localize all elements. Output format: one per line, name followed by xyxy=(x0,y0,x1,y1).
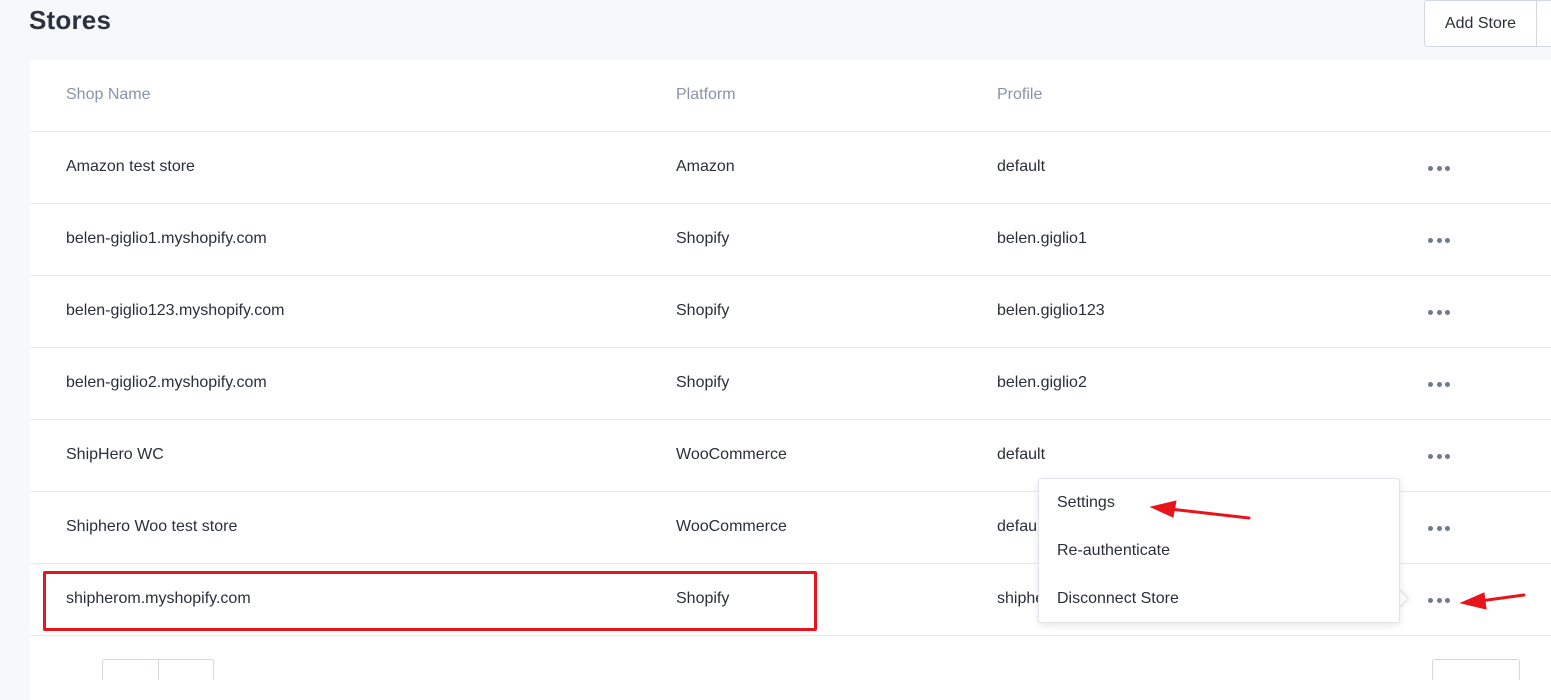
pagination-divider xyxy=(158,660,159,680)
table-row: belen-giglio1.myshopify.com Shopify bele… xyxy=(30,204,1551,276)
profile-cell: default xyxy=(997,518,1039,535)
platform-cell: WooCommerce xyxy=(676,446,787,463)
profile-cell: default xyxy=(997,446,1046,463)
menu-item-re-authenticate[interactable]: Re-authenticate xyxy=(1057,542,1170,560)
pagination-controls[interactable] xyxy=(102,659,214,680)
add-store-button[interactable]: Add Store xyxy=(1425,1,1537,46)
more-actions-icon[interactable] xyxy=(1428,446,1450,466)
platform-cell: WooCommerce xyxy=(676,518,787,535)
highlight-annotation-box xyxy=(43,571,817,631)
platform-cell: Shopify xyxy=(676,302,730,319)
add-store-button-group: Add Store xyxy=(1424,0,1551,47)
platform-cell: Shopify xyxy=(676,230,730,247)
profile-cell: default xyxy=(997,158,1046,175)
more-actions-icon[interactable] xyxy=(1428,158,1450,178)
menu-item-disconnect-store[interactable]: Disconnect Store xyxy=(1057,590,1179,608)
shop-name-cell: Amazon test store xyxy=(66,158,195,175)
row-actions-menu: Settings Re-authenticate Disconnect Stor… xyxy=(1038,478,1400,623)
more-actions-icon[interactable] xyxy=(1428,230,1450,250)
profile-cell: shipherom xyxy=(997,590,1043,607)
shop-name-cell: ShipHero WC xyxy=(66,446,164,463)
more-actions-icon[interactable] xyxy=(1428,590,1450,610)
profile-cell: belen.giglio123 xyxy=(997,302,1105,319)
shop-name-cell: belen-giglio2.myshopify.com xyxy=(66,374,267,391)
profile-cell: belen.giglio2 xyxy=(997,374,1087,391)
platform-cell: Shopify xyxy=(676,374,730,391)
more-actions-icon[interactable] xyxy=(1428,374,1450,394)
table-row: belen-giglio123.myshopify.com Shopify be… xyxy=(30,276,1551,348)
platform-cell: Amazon xyxy=(676,158,735,175)
profile-cell: belen.giglio1 xyxy=(997,230,1087,247)
menu-item-settings[interactable]: Settings xyxy=(1057,494,1115,512)
page-size-select[interactable] xyxy=(1432,659,1520,680)
more-actions-icon[interactable] xyxy=(1428,518,1450,538)
page-title: Stores xyxy=(29,5,112,35)
shop-name-cell: Shiphero Woo test store xyxy=(66,518,238,535)
column-header-platform[interactable]: Platform xyxy=(676,86,736,104)
column-header-shop-name[interactable]: Shop Name xyxy=(66,86,151,104)
table-header: Shop Name Platform Profile xyxy=(30,60,1551,132)
shop-name-cell: belen-giglio1.myshopify.com xyxy=(66,230,267,247)
shop-name-cell: belen-giglio123.myshopify.com xyxy=(66,302,285,319)
column-header-profile[interactable]: Profile xyxy=(997,86,1042,104)
table-row: Amazon test store Amazon default xyxy=(30,132,1551,204)
more-actions-icon[interactable] xyxy=(1428,302,1450,322)
table-row: belen-giglio2.myshopify.com Shopify bele… xyxy=(30,348,1551,420)
